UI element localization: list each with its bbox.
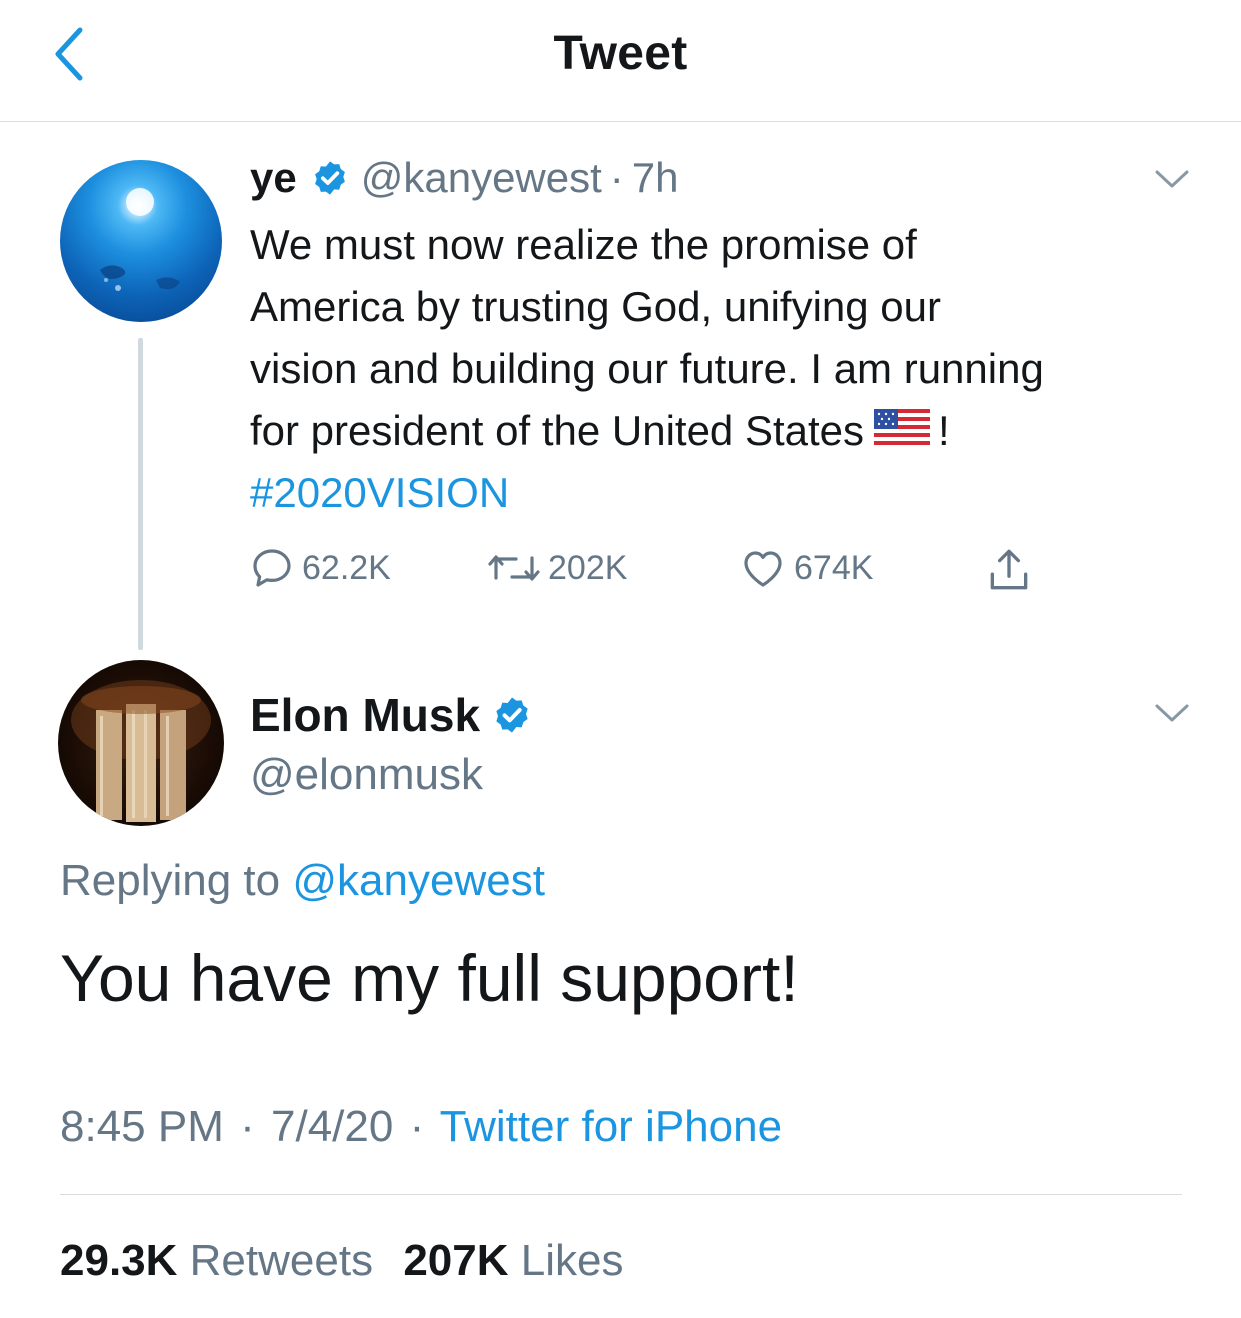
avatar[interactable]	[58, 660, 224, 826]
retweets-label: Retweets	[189, 1236, 374, 1285]
handle[interactable]: @kanyewest	[361, 154, 602, 202]
replying-to: Replying to @kanyewest	[60, 856, 545, 906]
tweet-text-line: We must now realize the promise of	[250, 221, 917, 268]
tweet-stats: 29.3K Retweets 207K Likes	[60, 1236, 623, 1286]
tweet-text-line: vision and building our future. I am run…	[250, 345, 1044, 392]
like-button[interactable]: 674K	[738, 544, 873, 592]
separator-dot: ·	[609, 154, 624, 201]
tweet-age: 7h	[631, 154, 679, 201]
retweet-button[interactable]: 202K	[486, 544, 627, 592]
retweets-count: 29.3K	[60, 1236, 178, 1285]
display-name[interactable]: ye	[250, 154, 297, 202]
likes-label: Likes	[520, 1236, 624, 1285]
tweet-text: You have my full support!	[60, 941, 799, 1015]
retweet-icon	[488, 555, 540, 581]
thread-connector	[138, 338, 143, 650]
share-icon	[990, 549, 1028, 590]
tweet-text-line: America by trusting God, unifying our	[250, 283, 941, 330]
tweet-text-line: for president of the United States	[250, 407, 865, 454]
tweet-text: We must now realize the promise of Ameri…	[250, 214, 1200, 524]
divider	[60, 1194, 1182, 1195]
replying-to-link[interactable]: @kanyewest	[292, 856, 545, 905]
separator-dot: ·	[409, 1102, 425, 1151]
reply-icon	[253, 549, 291, 587]
likes-stat[interactable]: 207K Likes	[403, 1236, 623, 1285]
separator-dot: ·	[240, 1102, 255, 1151]
hashtag-link[interactable]: #2020VISION	[250, 462, 1200, 524]
retweets-stat[interactable]: 29.3K Retweets	[60, 1236, 385, 1285]
handle[interactable]: @elonmusk	[250, 750, 483, 800]
heart-icon	[744, 551, 782, 587]
tweet-time: 8:45 PM	[60, 1102, 224, 1151]
avatar[interactable]	[60, 160, 222, 322]
tweet-date: 7/4/20	[271, 1102, 394, 1151]
retweet-count: 202K	[548, 548, 628, 587]
author-name-row: Elon Musk	[250, 688, 532, 742]
us-flag-icon	[874, 409, 931, 449]
earth-avatar-image	[100, 188, 180, 291]
chevron-down-icon[interactable]	[1154, 168, 1190, 190]
likes-count: 207K	[403, 1236, 509, 1285]
tweet-actions: 62.2K 202K 674K	[248, 544, 1068, 604]
tweet-text-trailing: !	[938, 407, 950, 454]
tweet-author-row: ye @kanyewest · 7h	[250, 154, 679, 202]
nav-header: Tweet	[0, 0, 1241, 122]
verified-badge-icon	[314, 161, 345, 195]
display-name[interactable]: Elon Musk	[250, 688, 480, 742]
avatar-image	[71, 680, 211, 822]
share-button[interactable]	[984, 544, 1040, 596]
replying-prefix: Replying to	[60, 856, 281, 905]
verified-badge-icon	[496, 697, 528, 733]
tweet-meta: 8:45 PM · 7/4/20 · Twitter for iPhone	[60, 1102, 782, 1152]
reply-button[interactable]: 62.2K	[248, 544, 391, 592]
source-link[interactable]: Twitter for iPhone	[440, 1102, 782, 1151]
like-count: 674K	[794, 548, 874, 587]
chevron-down-icon[interactable]	[1154, 702, 1190, 724]
page-title: Tweet	[553, 27, 688, 80]
reply-count: 62.2K	[302, 548, 391, 587]
